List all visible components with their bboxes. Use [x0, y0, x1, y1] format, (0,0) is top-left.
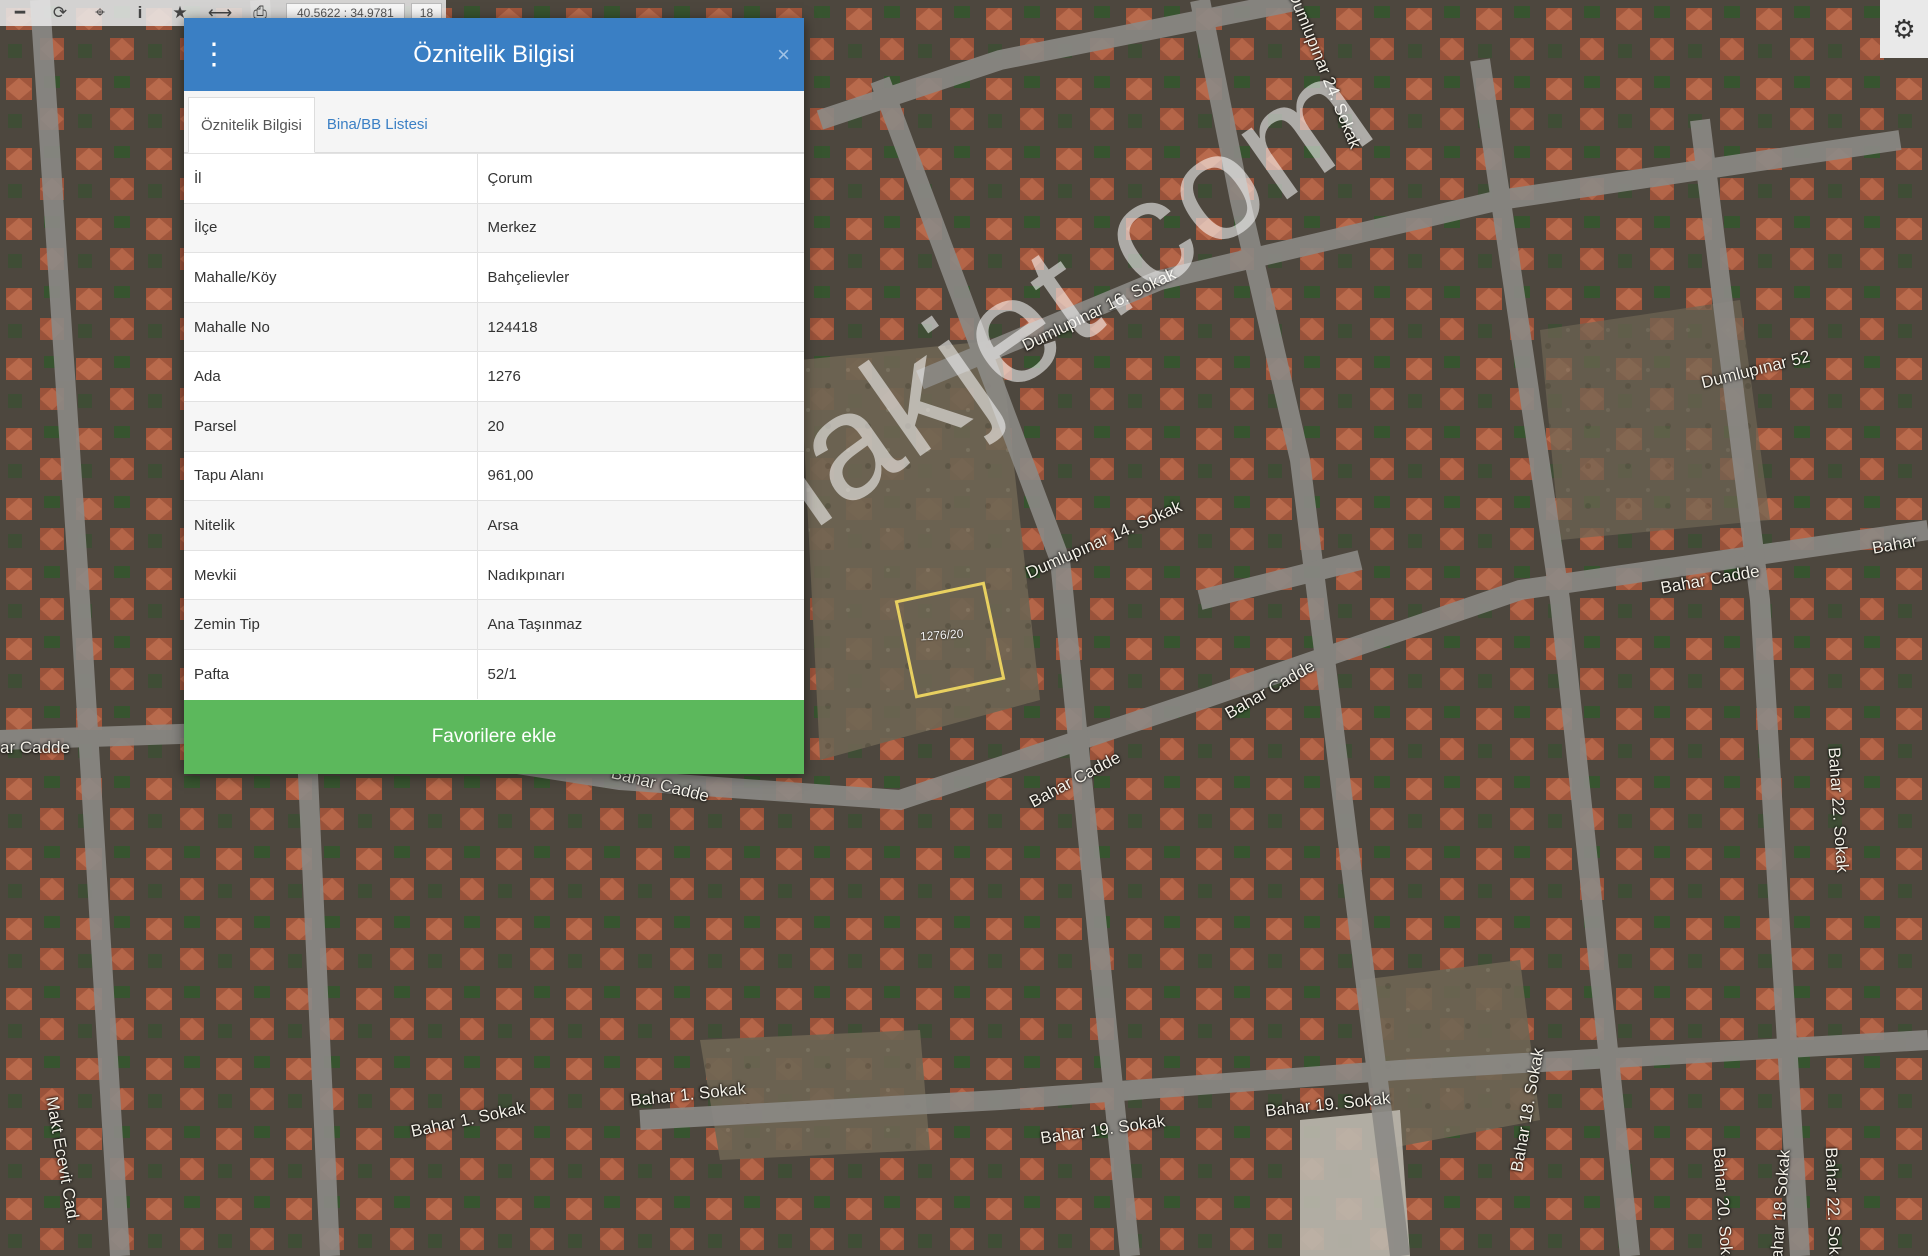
- row-value: 52/1: [477, 648, 804, 700]
- row-value: Çorum: [477, 153, 804, 204]
- vertical-dots-icon[interactable]: ⋮: [184, 18, 244, 91]
- row-key: Mahalle/Köy: [184, 252, 478, 303]
- table-row: Pafta 52/1: [184, 648, 804, 700]
- row-key: Mevkii: [184, 549, 478, 600]
- gear-icon[interactable]: ⚙: [1880, 0, 1928, 58]
- panel-header: ⋮ Öznitelik Bilgisi ×: [184, 18, 804, 91]
- row-value: 124418: [477, 301, 804, 352]
- refresh-icon[interactable]: ⟳: [40, 0, 80, 26]
- table-row: Parsel 20: [184, 400, 804, 452]
- row-value: Merkez: [477, 202, 804, 253]
- table-row: Tapu Alanı 961,00: [184, 450, 804, 501]
- row-key: Tapu Alanı: [184, 450, 478, 501]
- attribute-table: İl Çorum İlçe Merkez Mahalle/Köy Bahçelievl…: [184, 153, 804, 700]
- row-value: 20: [477, 400, 804, 452]
- row-key: Nitelik: [184, 500, 478, 551]
- table-row: Nitelik Arsa: [184, 500, 804, 551]
- row-key: İlçe: [184, 202, 478, 253]
- close-icon[interactable]: ×: [777, 42, 790, 68]
- info-icon[interactable]: i: [120, 0, 160, 26]
- row-key: Parsel: [184, 400, 478, 452]
- add-favorite-button[interactable]: Favorilere ekle: [184, 700, 804, 774]
- table-row: Ada 1276: [184, 351, 804, 402]
- row-value: Arsa: [477, 500, 804, 551]
- row-key: Pafta: [184, 648, 478, 700]
- crosshair-icon[interactable]: ⌖: [80, 0, 120, 26]
- panel-tabs: Öznitelik Bilgisi Bina/BB Listesi: [184, 91, 804, 153]
- row-key: Ada: [184, 351, 478, 402]
- table-row: Mahalle No 124418: [184, 301, 804, 352]
- minus-icon[interactable]: ━: [0, 0, 40, 26]
- panel-title: Öznitelik Bilgisi: [413, 40, 575, 68]
- attribute-panel: ⋮ Öznitelik Bilgisi × Öznitelik Bilgisi …: [184, 18, 804, 774]
- table-row: İlçe Merkez: [184, 202, 804, 253]
- row-value: 1276: [477, 351, 804, 402]
- row-key: Mahalle No: [184, 301, 478, 352]
- row-key: Zemin Tip: [184, 599, 478, 650]
- row-key: İl: [184, 153, 478, 204]
- tab-building-list[interactable]: Bina/BB Listesi: [315, 96, 440, 152]
- table-row: Mevkii Nadıkpınarı: [184, 549, 804, 600]
- row-value: Nadıkpınarı: [477, 549, 804, 600]
- table-row: İl Çorum: [184, 153, 804, 204]
- row-value: Bahçelievler: [477, 252, 804, 303]
- row-value: Ana Taşınmaz: [477, 599, 804, 650]
- tab-attributes[interactable]: Öznitelik Bilgisi: [188, 97, 315, 153]
- street-label: ar Cadde: [0, 738, 70, 757]
- table-row: Mahalle/Köy Bahçelievler: [184, 252, 804, 303]
- row-value: 961,00: [477, 450, 804, 501]
- table-row: Zemin Tip Ana Taşınmaz: [184, 599, 804, 650]
